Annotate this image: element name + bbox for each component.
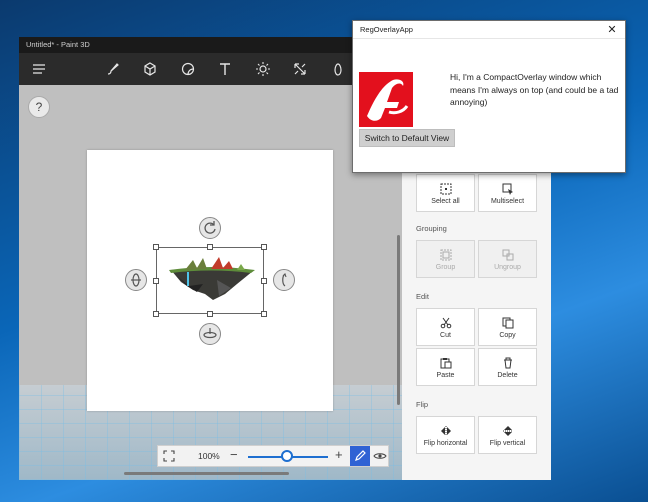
zoom-bar: 100% − + bbox=[157, 445, 389, 467]
resize-handle[interactable] bbox=[261, 244, 267, 250]
ungroup-button[interactable]: Ungroup bbox=[478, 240, 537, 278]
copy-icon bbox=[502, 317, 513, 329]
resize-handle[interactable] bbox=[153, 311, 159, 317]
rotate-icon bbox=[204, 221, 216, 234]
eye-icon bbox=[373, 453, 387, 459]
overlay-title: RegOverlayApp bbox=[353, 21, 625, 39]
rotate-y-control[interactable] bbox=[125, 269, 147, 291]
flip-horizontal-label: Flip horizontal bbox=[423, 440, 468, 447]
edit-label: Edit bbox=[416, 292, 429, 301]
fit-to-screen-icon[interactable] bbox=[163, 450, 175, 462]
toolbar bbox=[19, 53, 402, 85]
trash-icon bbox=[503, 357, 512, 369]
pen-button[interactable] bbox=[350, 446, 370, 466]
depth-control[interactable] bbox=[199, 323, 221, 345]
select-all-label: Select all bbox=[431, 198, 460, 205]
rotate-y-icon bbox=[131, 273, 141, 287]
paste-label: Paste bbox=[436, 372, 455, 379]
close-icon[interactable]: ✕ bbox=[605, 23, 619, 37]
flip-horizontal-icon bbox=[440, 426, 451, 436]
text-icon[interactable] bbox=[217, 61, 233, 77]
ungroup-label: Ungroup bbox=[494, 264, 521, 271]
canvas[interactable] bbox=[87, 150, 333, 411]
app-logo bbox=[359, 72, 413, 127]
delete-button[interactable]: Delete bbox=[478, 348, 537, 386]
copy-button[interactable]: Copy bbox=[478, 308, 537, 346]
multiselect-icon bbox=[502, 183, 513, 195]
zoom-in-button[interactable]: + bbox=[335, 447, 343, 462]
multiselect-label: Multiselect bbox=[490, 198, 525, 205]
depth-icon bbox=[203, 328, 217, 339]
canvas-icon[interactable] bbox=[292, 61, 308, 77]
effects-icon[interactable] bbox=[255, 61, 271, 77]
delete-label: Delete bbox=[497, 372, 518, 379]
flip-label: Flip bbox=[416, 400, 429, 409]
switch-view-button[interactable]: Switch to Default View bbox=[359, 129, 455, 147]
remix3d-icon[interactable] bbox=[330, 61, 346, 77]
paste-icon bbox=[440, 358, 451, 369]
cut-label: Cut bbox=[440, 332, 451, 339]
paint3d-window: Untitled* - Paint 3D ? 100% − + bbox=[19, 37, 402, 480]
group-label: Group bbox=[435, 264, 456, 271]
rotate-x-control[interactable] bbox=[273, 269, 295, 291]
cut-button[interactable]: Cut bbox=[416, 308, 475, 346]
select-all-button[interactable]: Select all bbox=[416, 174, 475, 212]
vertical-scrollbar[interactable] bbox=[397, 235, 400, 405]
resize-handle[interactable] bbox=[261, 311, 267, 317]
flip-vertical-button[interactable]: Flip vertical bbox=[478, 416, 537, 454]
multiselect-button[interactable]: Multiselect bbox=[478, 174, 537, 212]
flip-vertical-label: Flip vertical bbox=[489, 440, 526, 447]
window-title: Untitled* - Paint 3D bbox=[19, 37, 402, 53]
ungroup-icon bbox=[502, 249, 513, 261]
resize-handle[interactable] bbox=[153, 278, 159, 284]
side-panel: Select all Multiselect Grouping Group Un… bbox=[402, 172, 551, 480]
paste-button[interactable]: Paste bbox=[416, 348, 475, 386]
resize-handle[interactable] bbox=[207, 244, 213, 250]
island-image bbox=[169, 257, 255, 300]
rotate-x-icon bbox=[282, 272, 287, 287]
stickers-icon[interactable] bbox=[180, 61, 196, 77]
zoom-out-button[interactable]: − bbox=[230, 447, 238, 462]
group-button[interactable]: Group bbox=[416, 240, 475, 278]
select-all-icon bbox=[440, 183, 451, 195]
pen-icon bbox=[355, 450, 366, 461]
zoom-level: 100% bbox=[198, 451, 220, 461]
copy-label: Copy bbox=[499, 332, 516, 339]
resize-handle[interactable] bbox=[261, 278, 267, 284]
menu-icon[interactable] bbox=[31, 61, 47, 77]
group-icon bbox=[440, 249, 451, 261]
overlay-window: RegOverlayApp ✕ Hi, I'm a CompactOverlay… bbox=[352, 20, 626, 173]
resize-handle[interactable] bbox=[207, 311, 213, 317]
workspace[interactable]: ? 100% − + bbox=[19, 85, 402, 480]
brush-icon[interactable] bbox=[105, 61, 121, 77]
flip-horizontal-button[interactable]: Flip horizontal bbox=[416, 416, 475, 454]
horizontal-scrollbar[interactable] bbox=[124, 472, 289, 475]
island-object[interactable] bbox=[167, 256, 255, 304]
overlay-message: Hi, I'm a CompactOverlay window which me… bbox=[450, 72, 619, 107]
view-button[interactable] bbox=[371, 446, 389, 466]
rotate-z-control[interactable] bbox=[199, 217, 221, 239]
grouping-label: Grouping bbox=[416, 224, 447, 233]
flip-vertical-icon bbox=[502, 426, 513, 436]
3d-shapes-icon[interactable] bbox=[142, 61, 158, 77]
resize-handle[interactable] bbox=[153, 244, 159, 250]
zoom-slider-thumb[interactable] bbox=[281, 450, 293, 462]
scissors-icon bbox=[440, 317, 451, 329]
help-button[interactable]: ? bbox=[28, 96, 50, 118]
